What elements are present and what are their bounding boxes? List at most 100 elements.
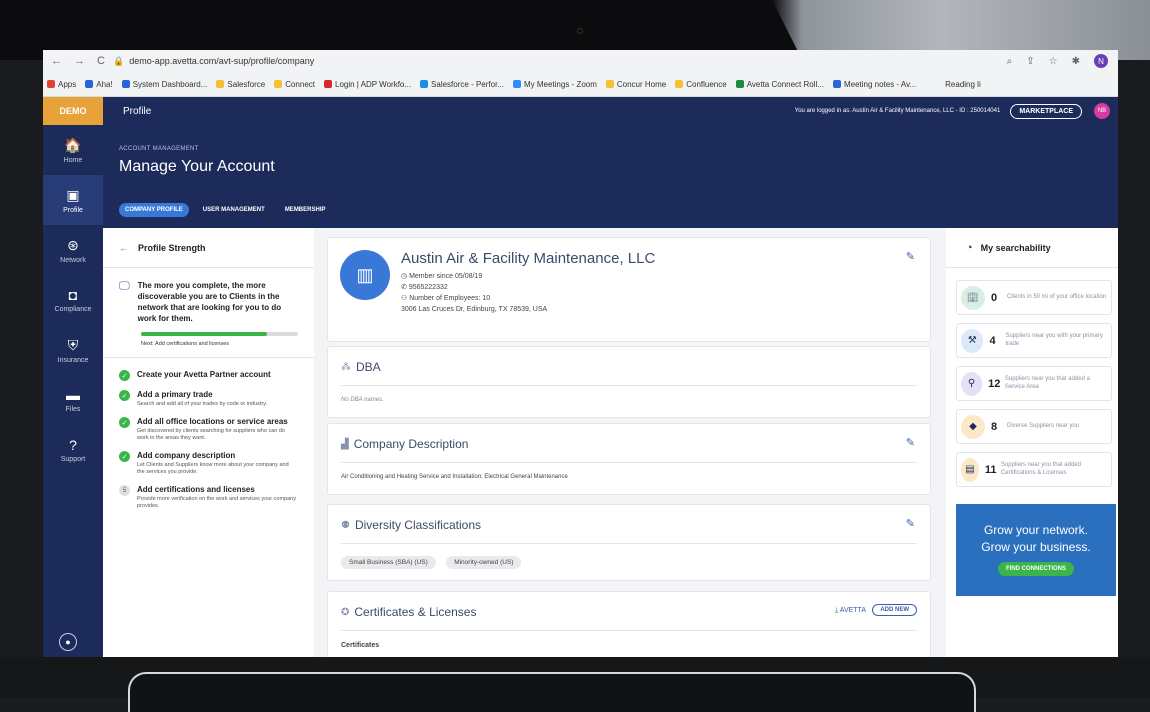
edit-diversity-icon[interactable]: ✎ <box>906 517 915 530</box>
sidebar-item-label: Files <box>65 406 81 413</box>
bookmark-item[interactable]: Salesforce - Perfor... <box>420 80 504 89</box>
bookmark-label: Avetta Connect Roll... <box>746 79 824 89</box>
bookmark-item[interactable]: Meeting notes - Av... <box>832 79 917 89</box>
bookmark-item[interactable]: Apps <box>47 80 76 89</box>
searchability-item[interactable]: ⚲ 12 Suppliers near you that added a Servi… <box>956 366 1112 401</box>
user-avatar[interactable]: NB <box>1094 103 1110 119</box>
tab-user-management[interactable]: USER MANAGEMENT <box>197 203 271 217</box>
step-description: Provide more verification on the work an… <box>137 496 296 509</box>
description-text: Air Conditioning and Heating Service and… <box>341 474 568 480</box>
dba-empty: No DBA names. <box>341 397 384 403</box>
search-icon[interactable]: ⌕ <box>1007 56 1013 67</box>
compliance-icon: ◘ <box>68 287 78 303</box>
bookmark-item[interactable]: Confluence <box>675 80 727 89</box>
diversity-title: Diversity Classifications <box>354 518 481 532</box>
searchability-item[interactable]: 🏢 0 Clients in 50 mi of your office locati… <box>956 280 1112 315</box>
avetta-download-link[interactable]: ⤓ AVETTA <box>835 607 866 615</box>
page-header: ACCOUNT MANAGEMENT Manage Your Account C… <box>103 125 1118 228</box>
bookmark-item[interactable]: Avetta Connect Roll... <box>735 79 824 89</box>
divider <box>341 630 917 631</box>
home-icon: 🏠 <box>64 136 82 153</box>
url-text[interactable]: demo-app.avetta.com/avt-sup/profile/comp… <box>129 56 1006 66</box>
profile-step[interactable]: 5 Add certifications and licenses Provide … <box>119 485 298 510</box>
browser-profile-avatar[interactable]: N <box>1094 54 1108 68</box>
profile-step[interactable]: ✓ Add company description Let Clients and … <box>119 451 298 476</box>
camera <box>577 28 583 34</box>
step-title: Add a primary trade <box>137 390 213 399</box>
reload-icon[interactable]: C <box>97 55 105 67</box>
sidebar-item-insurance[interactable]: ⛨ Insurance <box>43 325 103 375</box>
profile-step[interactable]: ✓ Add all office locations or service are… <box>119 417 298 442</box>
description-title: Company Description <box>353 437 469 451</box>
tab-membership[interactable]: MEMBERSHIP <box>279 203 332 217</box>
searchability-icon: ◆ <box>961 414 985 439</box>
add-new-button[interactable]: ADD NEW <box>872 604 917 616</box>
marketplace-button[interactable]: MARKETPLACE <box>1010 103 1082 119</box>
bookmark-icon <box>605 80 614 88</box>
searchability-item[interactable]: ▤ 11 Suppliers near you that added Certifi… <box>956 452 1112 487</box>
star-icon[interactable]: ☆ <box>1049 56 1058 67</box>
sidebar-item-support[interactable]: ? Support <box>43 425 103 475</box>
diversity-card: ⚉ Diversity Classifications ✎ Small Busin… <box>328 505 930 580</box>
diversity-title-row: ⚉ Diversity Classifications <box>341 518 481 532</box>
bookmark-item[interactable]: My Meetings - Zoom <box>512 80 597 89</box>
bookmark-item[interactable]: Login | ADP Workfo... <box>324 80 411 89</box>
sidebar-item-compliance[interactable]: ◘ Compliance <box>43 275 103 325</box>
bookmark-label: Meeting notes - Av... <box>843 79 917 89</box>
profile-strength-panel: ← Profile Strength 🖵 The more you comple… <box>59 228 314 657</box>
screen: ← → C 🔒 demo-app.avetta.com/avt-sup/prof… <box>43 50 1118 657</box>
demo-logo[interactable]: DEMO <box>43 97 103 125</box>
back-icon[interactable]: ← <box>51 55 62 67</box>
searchability-icon: ⚲ <box>961 371 983 396</box>
sidebar-item-network[interactable]: ⊛ Network <box>43 225 103 275</box>
bookmark-item[interactable]: Concur Home <box>605 80 666 89</box>
bookmark-item[interactable]: Aha! <box>85 80 113 89</box>
phone-text: 9565222332 <box>408 284 448 291</box>
member-since-text: Member since 05/08/19 <box>409 273 483 280</box>
diversity-tag: Minority-owned (US) <box>446 556 522 569</box>
diversity-tag: Small Business (SBA) (US) <box>341 556 436 569</box>
step-content: Add a primary trade Search and add all of… <box>137 390 297 408</box>
profile-step[interactable]: ✓ Add a primary trade Search and add all o… <box>119 390 298 408</box>
edit-company-icon[interactable]: ✎ <box>906 250 915 263</box>
searchability-item[interactable]: ◆ 8 Diverse Suppliers near you <box>956 409 1112 444</box>
step-content: Add company description Let Clients and S… <box>137 451 297 476</box>
find-connections-button[interactable]: FIND CONNECTIONS <box>998 562 1074 576</box>
member-since: ◷ Member since 05/08/19 <box>401 272 482 280</box>
company-logo: ▥ <box>340 250 390 300</box>
employees-icon: ⚇ <box>401 295 410 302</box>
extensions-icon[interactable]: ✱ <box>1072 56 1080 67</box>
bookmark-item[interactable]: Salesforce <box>216 80 265 89</box>
step-description: Search and add all of your trades by cod… <box>137 401 268 407</box>
company-name: Austin Air & Facility Maintenance, LLC <box>401 250 656 267</box>
searchability-text: Clients in 50 mi of your office location <box>1007 293 1107 300</box>
profile-icon: ▣ <box>66 186 80 203</box>
people-icon: ⚉ <box>341 519 350 531</box>
searchability-icon: ▤ <box>961 457 979 482</box>
reading-list[interactable]: Reading li <box>945 80 981 89</box>
certificate-icon: ✪ <box>341 606 350 618</box>
tab-company-profile[interactable]: COMPANY PROFILE <box>119 203 189 217</box>
forward-icon[interactable]: → <box>74 55 85 67</box>
sidebar-item-files[interactable]: ▬ Files <box>43 375 103 425</box>
step-description: Get discovered by clients searching for … <box>137 428 285 441</box>
tab-bar: COMPANY PROFILE USER MANAGEMENT MEMBERSH… <box>119 203 331 217</box>
chat-icon[interactable]: ● <box>59 633 77 651</box>
searchability-item[interactable]: ⚒ 4 Suppliers near you with your primary t… <box>956 323 1112 358</box>
browser-actions: ⌕ ⇪ ☆ ✱ N <box>1007 54 1118 68</box>
back-arrow-icon[interactable]: ← <box>119 243 128 253</box>
clock-icon: ◷ <box>401 273 410 280</box>
bookmark-item[interactable]: System Dashboard... <box>121 80 207 89</box>
bookmark-item[interactable]: Connect <box>274 80 315 89</box>
searchability-text: Diverse Suppliers near you <box>1007 422 1080 429</box>
app: DEMO Profile You are logged in as: Austi… <box>43 97 1118 657</box>
profile-step[interactable]: ✓ Create your Avetta Partner account <box>119 370 298 381</box>
bookmark-icon <box>512 80 521 88</box>
step-number: 5 <box>119 485 130 496</box>
employees: ⚇ Number of Employees: 10 <box>401 294 490 302</box>
share-icon[interactable]: ⇪ <box>1026 56 1034 67</box>
building-icon: ▟ <box>341 438 349 450</box>
edit-description-icon[interactable]: ✎ <box>906 436 915 449</box>
sidebar-item-home[interactable]: 🏠 Home <box>43 125 103 175</box>
sidebar-item-profile[interactable]: ▣ Profile <box>43 175 103 225</box>
